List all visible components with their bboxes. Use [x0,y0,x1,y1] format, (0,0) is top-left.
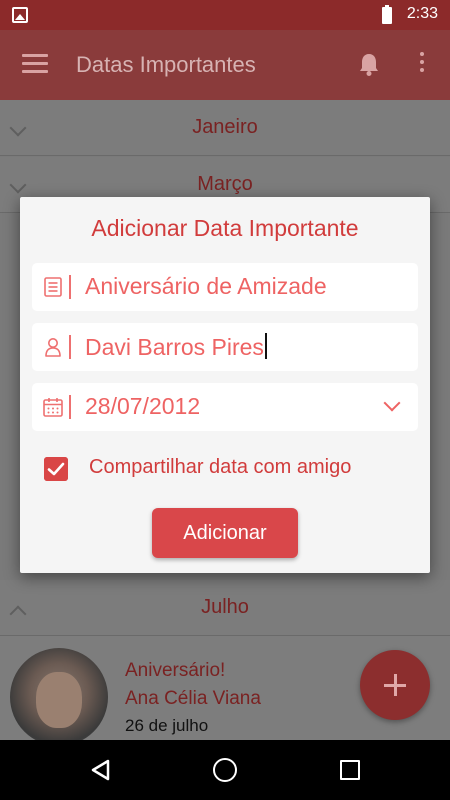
month-row-janeiro[interactable]: Janeiro [0,100,450,156]
status-time: 2:33 [406,5,438,22]
app-bar: Datas Importantes [0,30,450,100]
back-icon[interactable] [90,759,112,781]
home-icon[interactable] [213,758,237,782]
occasion-field[interactable]: Aniversário de Amizade [32,263,418,311]
person-value: Davi Barros Pires [85,333,267,361]
person-icon [45,338,61,357]
month-label: Janeiro [192,116,258,138]
field-separator [69,395,71,419]
date-field[interactable]: 28/07/2012 [32,383,418,431]
month-label: Julho [201,596,249,618]
event-title: Aniversário! [125,660,226,681]
navigation-bar [0,740,450,800]
event-date: 26 de julho [125,716,209,735]
field-separator [69,335,71,359]
date-value: 28/07/2012 [85,393,201,419]
share-label: Compartilhar data com amigo [89,456,352,478]
person-text: Davi Barros Pires [85,334,264,360]
calendar-icon [43,398,63,417]
field-separator [69,275,71,299]
person-field[interactable]: Davi Barros Pires [32,323,418,371]
text-cursor [264,333,267,359]
add-date-dialog: Adicionar Data Importante Aniversário de… [20,197,430,573]
app-title: Datas Importantes [76,52,256,77]
share-checkbox[interactable] [44,457,68,481]
dialog-title: Adicionar Data Importante [91,215,359,241]
bell-icon[interactable] [358,52,380,76]
occasion-value: Aniversário de Amizade [85,273,327,299]
battery-icon [382,5,392,24]
recent-apps-icon[interactable] [340,760,360,780]
month-row-julho[interactable]: Julho [0,580,450,636]
menu-icon[interactable] [22,54,48,74]
status-bar: 2:33 [0,0,450,30]
chevron-down-icon[interactable] [383,394,401,412]
document-icon [44,277,62,297]
add-date-fab-button[interactable] [360,650,430,720]
image-notification-icon [12,7,28,23]
share-row[interactable]: Compartilhar data com amigo [44,455,414,485]
add-button[interactable]: Adicionar [152,508,298,558]
month-label: Março [197,173,253,195]
avatar [10,648,108,746]
more-options-icon[interactable] [418,52,426,76]
event-person-name: Ana Célia Viana [125,688,261,709]
